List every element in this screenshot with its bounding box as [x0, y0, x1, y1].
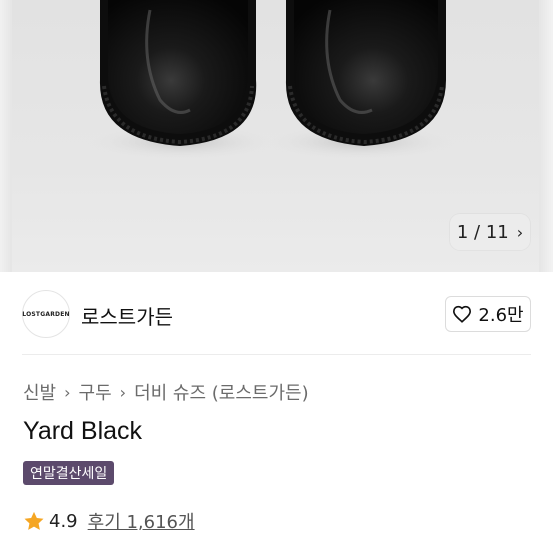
breadcrumb-item-dress-shoes[interactable]: 구두 — [79, 379, 112, 405]
breadcrumb-item-derby-shoes[interactable]: 더비 슈즈 (로스트가든) — [134, 379, 309, 405]
star-icon — [24, 511, 44, 530]
chevron-right-icon: › — [64, 382, 71, 402]
heart-outline-icon — [453, 305, 472, 323]
divider — [22, 354, 531, 355]
like-button[interactable]: 2.6만 — [445, 296, 531, 332]
product-image-carousel[interactable]: 1 / 11 › — [0, 0, 553, 272]
sale-badge-label: 연말결산세일 — [30, 466, 108, 482]
store-name[interactable]: 로스트가든 — [81, 301, 173, 330]
like-count: 2.6만 — [478, 305, 524, 326]
store-logo[interactable]: LOSTGARDEN — [22, 290, 70, 338]
product-title: Yard Black — [23, 417, 143, 445]
store-logo-text: LOSTGARDEN — [22, 310, 70, 318]
rating-row: 4.9 후기 1,616개 — [23, 508, 195, 534]
breadcrumb-item-shoes[interactable]: 신발 — [23, 379, 56, 405]
store-row: LOSTGARDEN 로스트가든 2.6만 — [22, 290, 531, 338]
sale-badge: 연말결산세일 — [23, 461, 115, 485]
image-counter-text: 1 / 11 — [456, 221, 509, 243]
rating-score: 4.9 — [49, 510, 78, 532]
image-counter[interactable]: 1 / 11 › — [450, 214, 530, 250]
chevron-right-icon: › — [119, 382, 127, 402]
reviews-link[interactable]: 후기 1,616개 — [88, 508, 195, 534]
chevron-right-icon: › — [516, 222, 524, 242]
breadcrumb: 신발 › 구두 › 더비 슈즈 (로스트가든) — [23, 379, 309, 405]
